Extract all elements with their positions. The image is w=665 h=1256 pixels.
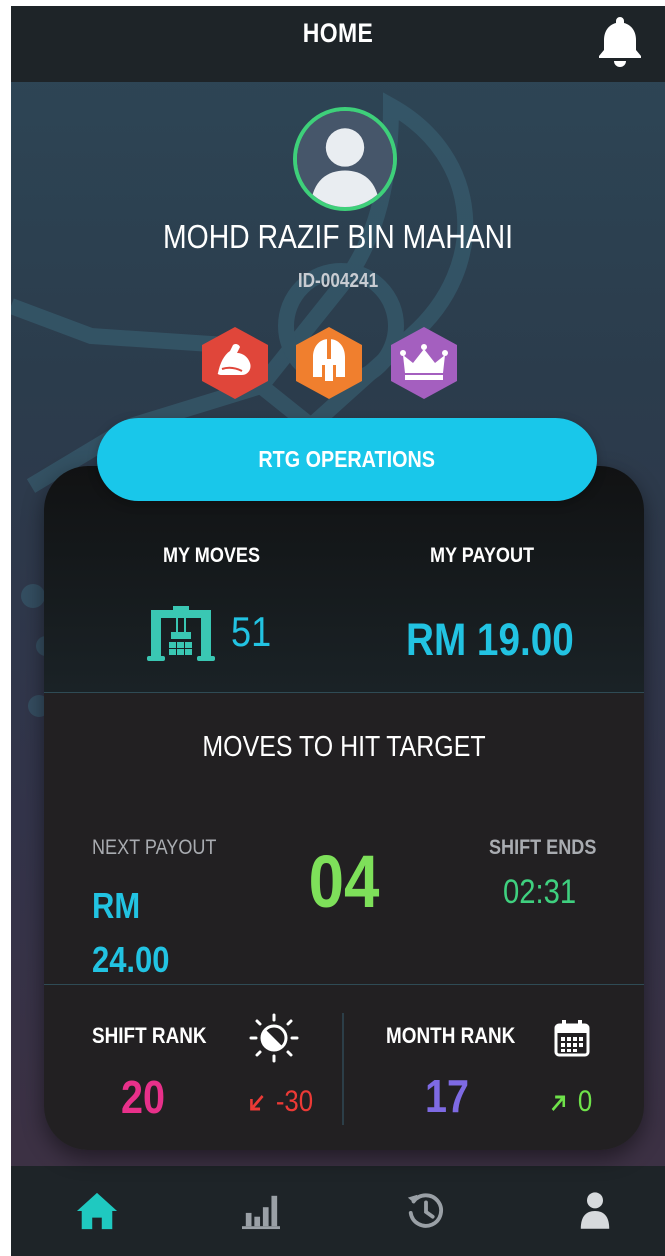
my-moves-value: 51 bbox=[231, 608, 272, 655]
page-title: HOME bbox=[302, 18, 374, 48]
month-rank-value: 17 bbox=[425, 1070, 470, 1122]
shift-rank-label: SHIFT RANK bbox=[92, 1023, 207, 1048]
bell-icon[interactable] bbox=[598, 15, 642, 67]
month-rank-label: MONTH RANK bbox=[386, 1023, 516, 1048]
arrow-up-right-icon bbox=[550, 1085, 578, 1118]
app-screen: HOME MOHD RAZIF BIN MAHANI ID-004241 RTG… bbox=[11, 6, 665, 1256]
stats-card: MY MOVES MY PAYOUT 51 RM 19.00 MOVES TO … bbox=[44, 466, 644, 1150]
rtg-operations-label: RTG OPERATIONS bbox=[258, 446, 436, 472]
calendar-icon bbox=[554, 1019, 590, 1057]
rank-section: SHIFT RANK 20 -30 MONTH RANK 17 0 bbox=[44, 984, 644, 1150]
day-night-icon bbox=[248, 1012, 300, 1064]
user-avatar-icon[interactable] bbox=[293, 107, 397, 211]
rtg-operations-button[interactable]: RTG OPERATIONS bbox=[97, 418, 597, 501]
rank-divider bbox=[342, 1013, 344, 1125]
nav-home[interactable] bbox=[37, 1166, 157, 1256]
home-icon bbox=[76, 1192, 118, 1230]
shift-ends-label: SHIFT ENDS bbox=[489, 836, 597, 859]
month-rank-change: 0 bbox=[550, 1085, 592, 1119]
app-header: HOME bbox=[11, 6, 665, 82]
user-id: ID-004241 bbox=[297, 270, 379, 292]
user-name: MOHD RAZIF BIN MAHANI bbox=[162, 218, 514, 255]
rtg-crane-icon bbox=[147, 606, 215, 662]
history-icon bbox=[407, 1193, 443, 1228]
nav-leaderboard[interactable] bbox=[201, 1166, 321, 1256]
shift-rank-value: 20 bbox=[121, 1071, 166, 1123]
muscle-arm-icon[interactable] bbox=[200, 325, 270, 401]
shift-ends-value: 02:31 bbox=[503, 873, 577, 911]
nav-profile[interactable] bbox=[535, 1166, 655, 1256]
my-moves-label: MY MOVES bbox=[163, 544, 261, 567]
my-payout-value: RM 19.00 bbox=[406, 614, 574, 665]
bottom-nav bbox=[11, 1166, 665, 1256]
shift-rank-delta: -30 bbox=[275, 1085, 314, 1118]
target-section: MOVES TO HIT TARGET NEXT PAYOUT RM 24.00… bbox=[44, 692, 644, 984]
leaderboard-icon bbox=[242, 1195, 280, 1230]
my-payout-label: MY PAYOUT bbox=[430, 544, 535, 567]
profile-icon bbox=[580, 1192, 610, 1229]
arrow-down-left-icon bbox=[248, 1085, 276, 1118]
month-rank-delta: 0 bbox=[577, 1085, 593, 1118]
spartan-helmet-icon[interactable] bbox=[294, 325, 364, 401]
nav-history[interactable] bbox=[366, 1166, 486, 1256]
crown-icon[interactable] bbox=[389, 325, 459, 401]
shift-rank-change: -30 bbox=[248, 1085, 313, 1119]
moves-to-target-title: MOVES TO HIT TARGET bbox=[202, 731, 486, 763]
